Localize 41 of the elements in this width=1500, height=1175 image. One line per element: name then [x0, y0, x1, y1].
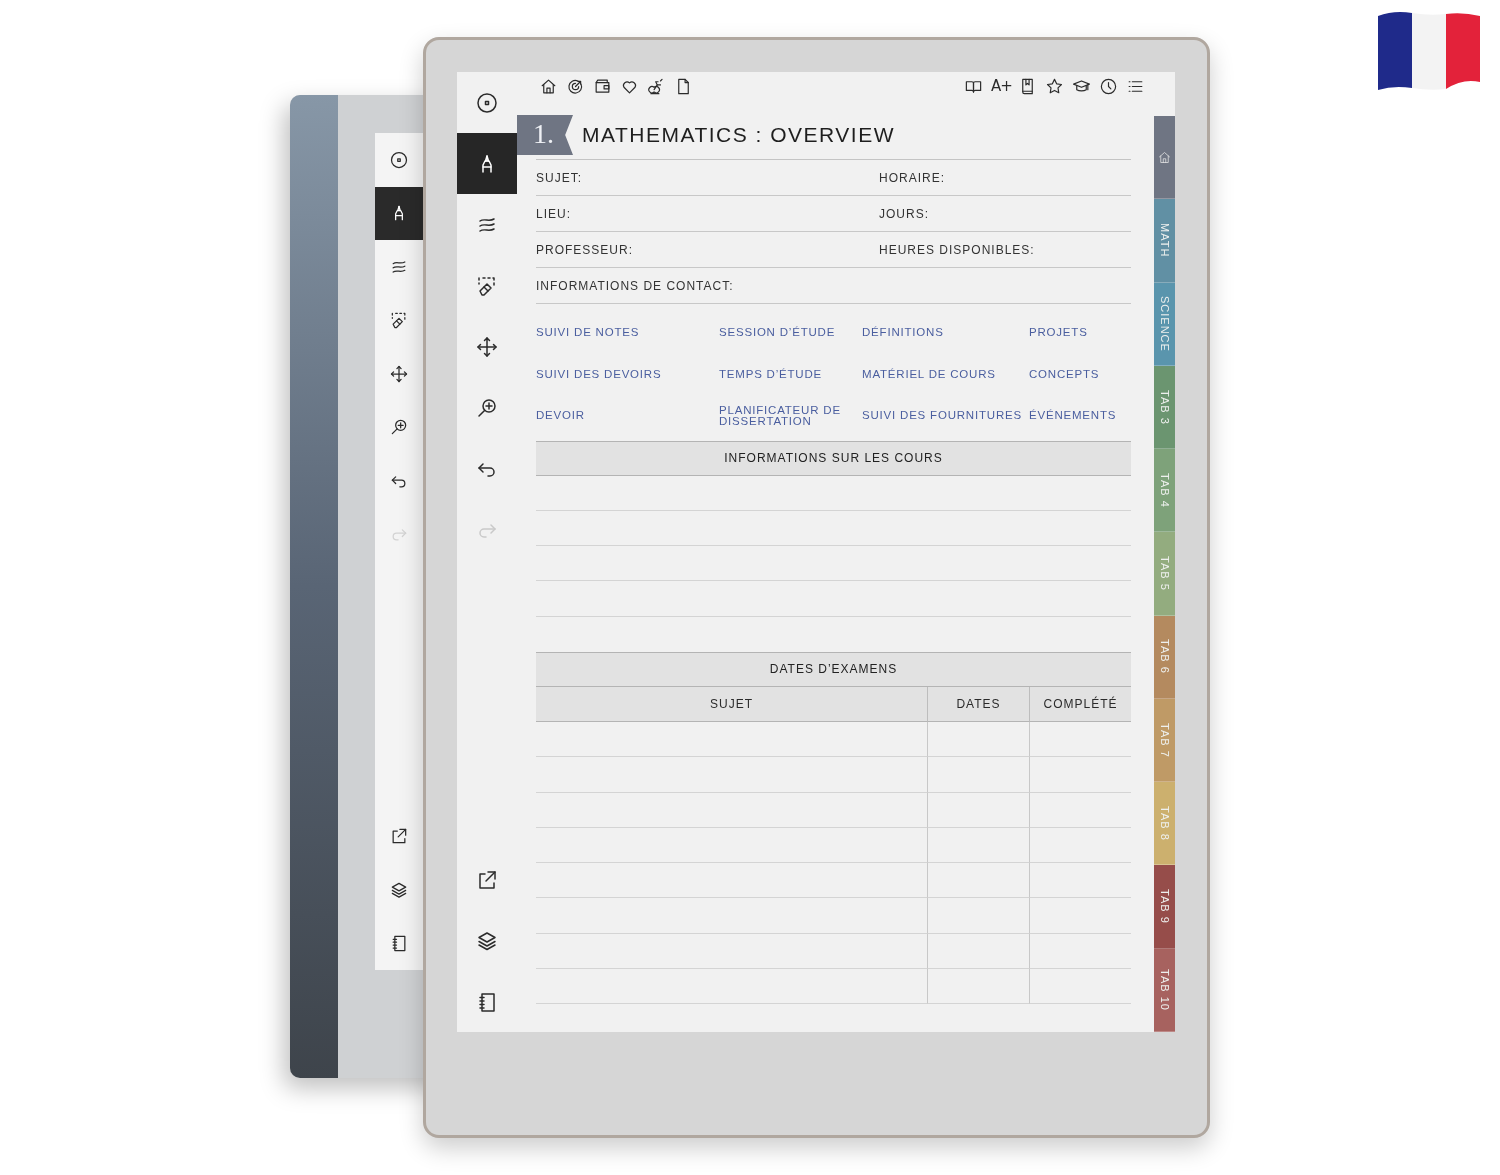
section-header: INFORMATIONS SUR LES COURS — [536, 440, 1131, 476]
font-size-button[interactable]: A+ — [991, 77, 1010, 95]
home-icon[interactable] — [539, 76, 558, 96]
section-link[interactable]: SUIVI DES FOURNITURES — [862, 410, 1029, 422]
star-icon[interactable] — [1045, 76, 1064, 96]
bike-icon[interactable] — [647, 76, 666, 96]
field-label: INFORMATIONS DE CONTACT: — [536, 268, 1131, 304]
page-title: MATHEMATICS : OVERVIEW — [582, 123, 896, 147]
section-link[interactable]: CONCEPTS — [1029, 368, 1131, 380]
side-tab[interactable]: SCIENCE — [1154, 282, 1175, 366]
section-link[interactable]: DEVOIR — [536, 410, 719, 422]
column-header: SUJET — [536, 687, 927, 722]
side-tab[interactable]: TAB 9 — [1154, 865, 1175, 949]
section-link[interactable]: PLANIFICATEUR DE DISSERTATION — [719, 404, 862, 427]
side-tab[interactable]: TAB 3 — [1154, 365, 1175, 450]
section-link[interactable]: DÉFINITIONS — [862, 327, 1029, 339]
section-link[interactable]: SESSION D’ÉTUDE — [719, 327, 862, 339]
page-number-badge: 1. — [517, 115, 573, 155]
clock-icon[interactable] — [1099, 76, 1118, 96]
section-link[interactable]: SUIVI DES DEVOIRS — [536, 368, 719, 380]
field-label: LIEU: — [536, 196, 879, 232]
field-label: SUJET: — [536, 160, 879, 196]
column-header: COMPLÉTÉ — [1029, 687, 1131, 722]
section-link[interactable]: SUIVI DE NOTES — [536, 327, 719, 339]
side-tab[interactable]: TAB 6 — [1154, 615, 1175, 699]
side-tab[interactable]: MATH — [1154, 199, 1175, 283]
side-tab[interactable]: TAB 10 — [1154, 948, 1175, 1032]
field-label: HEURES DISPONIBLES: — [879, 232, 1131, 268]
section-header: DATES D’EXAMENS — [536, 652, 1131, 687]
field-label: HORAIRE: — [879, 160, 1131, 196]
section-link[interactable]: PROJETS — [1029, 327, 1131, 339]
section-link[interactable]: ÉVÉNEMENTS — [1029, 410, 1131, 422]
flag-icon — [1378, 10, 1480, 90]
section-link[interactable]: MATÉRIEL DE COURS — [862, 368, 1029, 380]
column-header: DATES — [927, 687, 1029, 722]
field-label: JOURS: — [879, 196, 1131, 232]
field-label: PROFESSEUR: — [536, 232, 879, 268]
pen-tool-button[interactable] — [375, 186, 423, 240]
pen-tool-button[interactable] — [457, 133, 517, 194]
home-icon — [1157, 149, 1172, 165]
section-link[interactable]: TEMPS D’ÉTUDE — [719, 368, 862, 380]
